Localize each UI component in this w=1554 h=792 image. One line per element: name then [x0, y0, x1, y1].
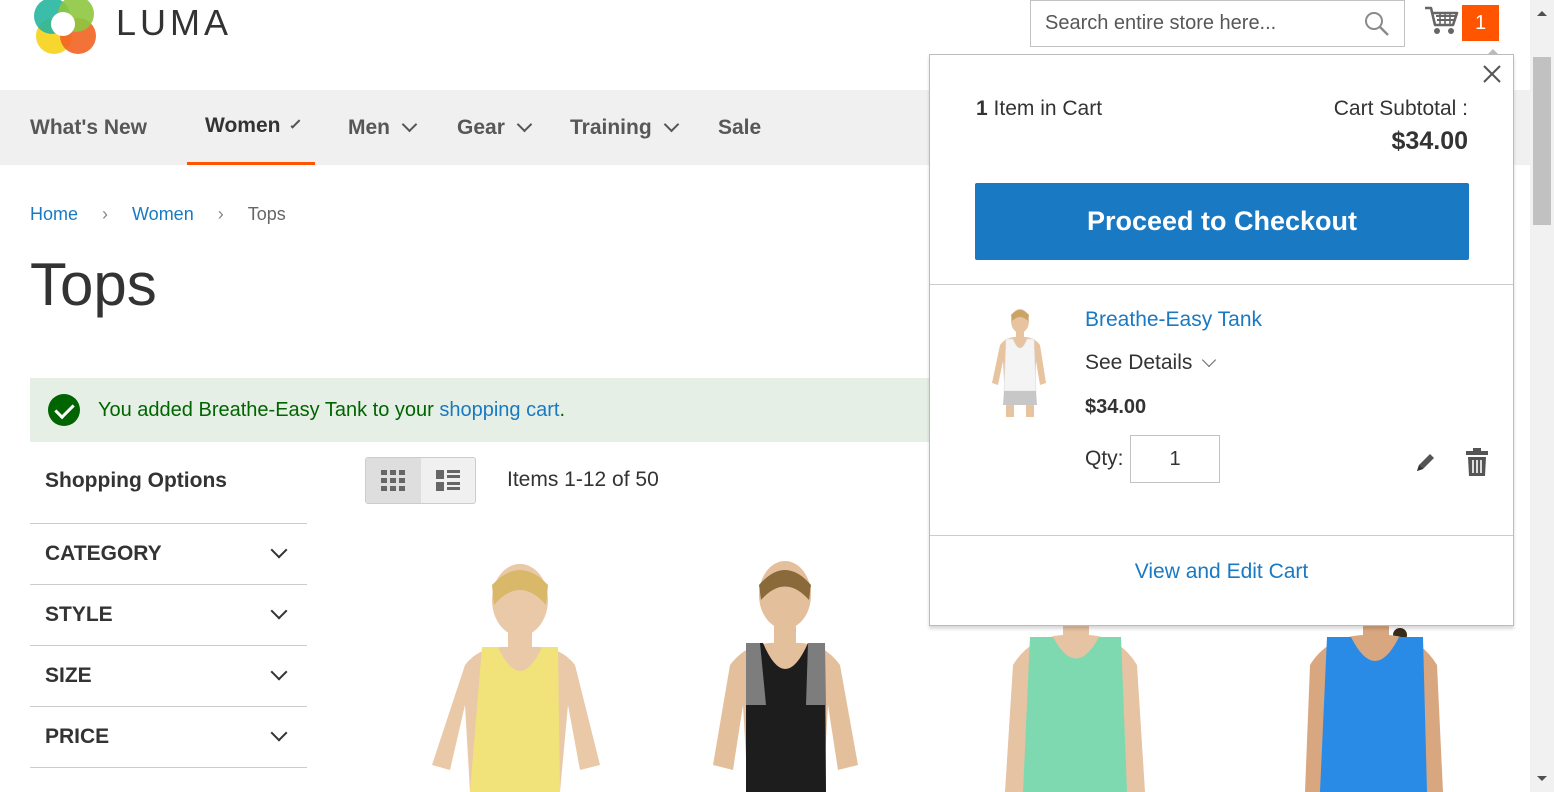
breadcrumb-home[interactable]: Home	[30, 204, 78, 225]
cart-item-thumbnail[interactable]	[980, 305, 1055, 420]
search-box[interactable]	[1030, 0, 1405, 47]
minicart-item-count: 1 Item in Cart	[976, 97, 1102, 121]
view-edit-cart-link[interactable]: View and Edit Cart	[930, 560, 1513, 584]
scroll-down-icon[interactable]	[1537, 776, 1547, 786]
see-details-toggle[interactable]: See Details	[1085, 351, 1217, 375]
qty-input[interactable]	[1130, 435, 1220, 483]
trash-delete-icon[interactable]	[1466, 448, 1488, 476]
scrollbar-thumb[interactable]	[1533, 57, 1551, 225]
toolbar-amount: Items 1-12 of 50	[507, 468, 659, 491]
breadcrumb-separator-icon: ›	[102, 204, 109, 224]
product-image[interactable]	[688, 555, 888, 792]
page-title: Tops	[30, 251, 157, 318]
filter-color[interactable]	[30, 767, 307, 792]
filter-style[interactable]: STYLE	[30, 584, 307, 645]
cart-subtotal-value: $34.00	[1391, 127, 1468, 155]
message-text: You added Breathe-Easy Tank to your shop…	[98, 399, 565, 422]
list-icon	[435, 469, 460, 491]
filter-list: CATEGORY STYLE SIZE PRICE	[30, 523, 307, 792]
chevron-down-icon	[1202, 352, 1217, 368]
nav-sale[interactable]: Sale	[718, 90, 761, 165]
list-view-button[interactable]	[421, 458, 476, 503]
qty-label: Qty:	[1085, 447, 1124, 470]
search-icon[interactable]	[1364, 11, 1390, 37]
luma-logo[interactable]: LUMA	[30, 0, 232, 54]
message-text-end: .	[559, 398, 565, 421]
nav-label: Men	[348, 115, 390, 139]
chevron-down-icon	[270, 724, 288, 742]
chevron-down-icon	[290, 118, 301, 128]
proceed-to-checkout-button[interactable]: Proceed to Checkout	[975, 183, 1469, 260]
breadcrumb-separator-icon: ›	[217, 204, 224, 224]
breadcrumb: Home › Women › Tops	[30, 204, 286, 225]
close-icon[interactable]	[1481, 63, 1503, 85]
nav-whats-new[interactable]: What's New	[30, 90, 147, 165]
filter-label: STYLE	[45, 603, 113, 626]
chevron-down-icon	[401, 116, 418, 133]
chevron-down-icon	[516, 116, 533, 133]
cart-item-name-link[interactable]: Breathe-Easy Tank	[1085, 308, 1262, 332]
nav-women[interactable]: Women	[187, 90, 315, 165]
search-input[interactable]	[1045, 12, 1365, 35]
nav-label: Gear	[457, 115, 505, 139]
nav-label: Women	[205, 114, 281, 137]
divider	[930, 284, 1513, 285]
product-image[interactable]	[410, 555, 610, 792]
minicart-dropdown: 1 Item in Cart Cart Subtotal : $34.00 Pr…	[929, 49, 1514, 626]
brand-name: LUMA	[116, 2, 233, 43]
product-garment	[1023, 637, 1127, 792]
filter-label: SIZE	[45, 664, 92, 687]
cart-item-price: $34.00	[1085, 396, 1147, 418]
grid-icon	[381, 469, 406, 491]
view-mode-switcher	[365, 457, 476, 504]
filter-price[interactable]: PRICE	[30, 706, 307, 767]
nav-men[interactable]: Men	[348, 90, 418, 165]
chevron-down-icon	[270, 541, 288, 559]
breadcrumb-current: Tops	[247, 204, 286, 224]
nav-training[interactable]: Training	[570, 90, 679, 165]
cart-icon[interactable]	[1424, 5, 1460, 37]
shopping-cart-link[interactable]: shopping cart	[439, 399, 559, 421]
luma-logo-icon	[30, 0, 96, 54]
divider	[930, 535, 1513, 536]
success-message: You added Breathe-Easy Tank to your shop…	[30, 378, 1030, 442]
cart-count-badge[interactable]: 1	[1462, 5, 1499, 41]
minicart-count-text: Item in Cart	[987, 97, 1103, 120]
chevron-down-icon	[270, 602, 288, 620]
breadcrumb-women[interactable]: Women	[132, 204, 194, 225]
filter-label: CATEGORY	[45, 542, 162, 565]
nav-label: What's New	[30, 115, 148, 139]
filter-label: PRICE	[45, 725, 110, 748]
pencil-edit-icon[interactable]	[1413, 451, 1437, 475]
shopping-options-title: Shopping Options	[45, 469, 227, 492]
filter-size[interactable]: SIZE	[30, 645, 307, 706]
minicart-count-number: 1	[976, 97, 988, 120]
success-check-icon	[48, 394, 80, 426]
scroll-up-icon[interactable]	[1537, 6, 1547, 16]
filter-category[interactable]: CATEGORY	[30, 523, 307, 584]
chevron-down-icon	[270, 663, 288, 681]
page-scrollbar[interactable]	[1530, 0, 1554, 792]
chevron-down-icon	[663, 116, 679, 133]
see-details-label: See Details	[1085, 351, 1193, 374]
grid-view-button[interactable]	[366, 458, 421, 503]
nav-label: Sale	[718, 115, 762, 139]
message-text-part: You added Breathe-Easy Tank to your	[98, 398, 440, 421]
nav-label: Training	[570, 115, 652, 139]
nav-gear[interactable]: Gear	[457, 90, 533, 165]
cart-subtotal-label: Cart Subtotal :	[1333, 97, 1468, 120]
